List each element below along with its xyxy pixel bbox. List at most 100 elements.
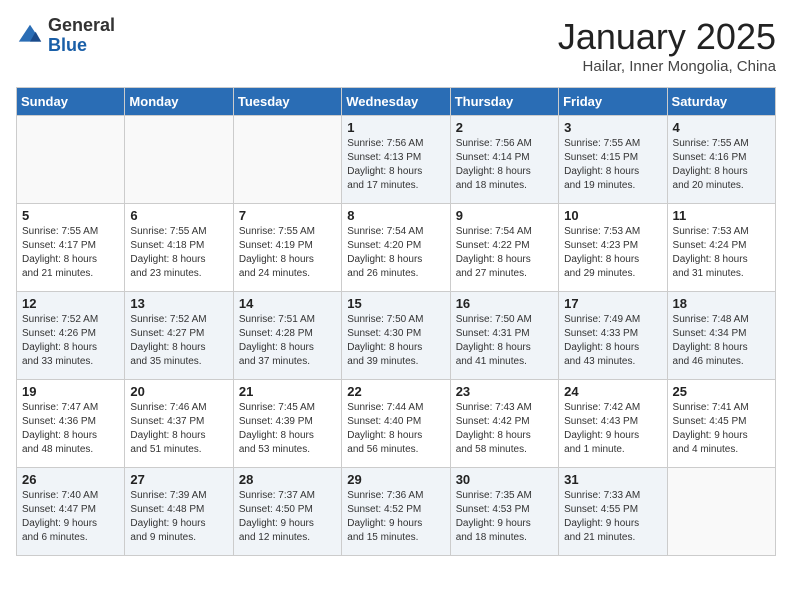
day-number: 27: [130, 472, 227, 487]
day-number: 13: [130, 296, 227, 311]
day-detail: Sunrise: 7:33 AM Sunset: 4:55 PM Dayligh…: [564, 489, 661, 545]
weekday-header-monday: Monday: [125, 88, 233, 116]
day-cell: 3 Sunrise: 7:55 AM Sunset: 4:15 PM Daylig…: [559, 116, 667, 204]
day-cell: 17 Sunrise: 7:49 AM Sunset: 4:33 PM Dayli…: [559, 292, 667, 380]
day-number: 16: [456, 296, 553, 311]
day-detail: Sunrise: 7:52 AM Sunset: 4:27 PM Dayligh…: [130, 313, 227, 369]
day-detail: Sunrise: 7:49 AM Sunset: 4:33 PM Dayligh…: [564, 313, 661, 369]
day-cell: 5Sunrise: 7:55 AM Sunset: 4:17 PM Daylig…: [17, 204, 125, 292]
day-detail: Sunrise: 7:51 AM Sunset: 4:28 PM Dayligh…: [239, 313, 336, 369]
day-cell: 1Sunrise: 7:56 AM Sunset: 4:13 PM Daylig…: [342, 116, 450, 204]
day-cell: 18 Sunrise: 7:48 AM Sunset: 4:34 PM Dayli…: [667, 292, 775, 380]
day-number: 26: [22, 472, 119, 487]
day-detail: Sunrise: 7:42 AM Sunset: 4:43 PM Dayligh…: [564, 401, 661, 457]
day-number: 3: [564, 120, 661, 135]
day-cell: [125, 116, 233, 204]
day-number: 22: [347, 384, 444, 399]
weekday-header-row: SundayMondayTuesdayWednesdayThursdayFrid…: [17, 88, 776, 116]
day-number: 4: [673, 120, 770, 135]
day-number: 30: [456, 472, 553, 487]
day-cell: [667, 468, 775, 556]
day-cell: 31 Sunrise: 7:33 AM Sunset: 4:55 PM Dayli…: [559, 468, 667, 556]
day-cell: 7Sunrise: 7:55 AM Sunset: 4:19 PM Daylig…: [233, 204, 341, 292]
day-cell: 4Sunrise: 7:55 AM Sunset: 4:16 PM Daylig…: [667, 116, 775, 204]
day-detail: Sunrise: 7:48 AM Sunset: 4:34 PM Dayligh…: [673, 313, 770, 369]
week-row-5: 26 Sunrise: 7:40 AM Sunset: 4:47 PM Dayli…: [17, 468, 776, 556]
weekday-header-friday: Friday: [559, 88, 667, 116]
day-number: 17: [564, 296, 661, 311]
month-title: January 2025: [558, 16, 776, 58]
day-cell: 13 Sunrise: 7:52 AM Sunset: 4:27 PM Dayli…: [125, 292, 233, 380]
day-cell: 27Sunrise: 7:39 AM Sunset: 4:48 PM Dayli…: [125, 468, 233, 556]
weekday-header-sunday: Sunday: [17, 88, 125, 116]
day-number: 2: [456, 120, 553, 135]
week-row-2: 5Sunrise: 7:55 AM Sunset: 4:17 PM Daylig…: [17, 204, 776, 292]
day-cell: 10 Sunrise: 7:53 AM Sunset: 4:23 PM Dayli…: [559, 204, 667, 292]
day-cell: 15 Sunrise: 7:50 AM Sunset: 4:30 PM Dayli…: [342, 292, 450, 380]
day-number: 18: [673, 296, 770, 311]
day-cell: [17, 116, 125, 204]
day-detail: Sunrise: 7:35 AM Sunset: 4:53 PM Dayligh…: [456, 489, 553, 545]
day-detail: Sunrise: 7:54 AM Sunset: 4:20 PM Dayligh…: [347, 225, 444, 281]
day-detail: Sunrise: 7:46 AM Sunset: 4:37 PM Dayligh…: [130, 401, 227, 457]
day-number: 1: [347, 120, 444, 135]
day-cell: 21 Sunrise: 7:45 AM Sunset: 4:39 PM Dayli…: [233, 380, 341, 468]
day-detail: Sunrise: 7:50 AM Sunset: 4:30 PM Dayligh…: [347, 313, 444, 369]
day-detail: Sunrise: 7:55 AM Sunset: 4:18 PM Dayligh…: [130, 225, 227, 281]
day-cell: 16Sunrise: 7:50 AM Sunset: 4:31 PM Dayli…: [450, 292, 558, 380]
page-header: General Blue January 2025 Hailar, Inner …: [16, 16, 776, 75]
day-detail: Sunrise: 7:41 AM Sunset: 4:45 PM Dayligh…: [673, 401, 770, 457]
day-detail: Sunrise: 7:43 AM Sunset: 4:42 PM Dayligh…: [456, 401, 553, 457]
logo: General Blue: [16, 16, 115, 56]
day-number: 11: [673, 208, 770, 223]
day-number: 12: [22, 296, 119, 311]
day-cell: 23 Sunrise: 7:43 AM Sunset: 4:42 PM Dayli…: [450, 380, 558, 468]
weekday-header-thursday: Thursday: [450, 88, 558, 116]
day-cell: 24 Sunrise: 7:42 AM Sunset: 4:43 PM Dayli…: [559, 380, 667, 468]
day-number: 6: [130, 208, 227, 223]
location: Hailar, Inner Mongolia, China: [558, 58, 776, 75]
day-number: 25: [673, 384, 770, 399]
day-number: 23: [456, 384, 553, 399]
logo-icon: [16, 22, 44, 50]
day-detail: Sunrise: 7:36 AM Sunset: 4:52 PM Dayligh…: [347, 489, 444, 545]
week-row-3: 12 Sunrise: 7:52 AM Sunset: 4:26 PM Dayli…: [17, 292, 776, 380]
logo-text: General Blue: [48, 16, 115, 56]
day-number: 8: [347, 208, 444, 223]
week-row-1: 1Sunrise: 7:56 AM Sunset: 4:13 PM Daylig…: [17, 116, 776, 204]
weekday-header-wednesday: Wednesday: [342, 88, 450, 116]
day-cell: 22 Sunrise: 7:44 AM Sunset: 4:40 PM Dayli…: [342, 380, 450, 468]
title-block: January 2025 Hailar, Inner Mongolia, Chi…: [558, 16, 776, 75]
day-detail: Sunrise: 7:53 AM Sunset: 4:23 PM Dayligh…: [564, 225, 661, 281]
day-number: 24: [564, 384, 661, 399]
week-row-4: 19Sunrise: 7:47 AM Sunset: 4:36 PM Dayli…: [17, 380, 776, 468]
day-number: 21: [239, 384, 336, 399]
day-number: 15: [347, 296, 444, 311]
day-number: 5: [22, 208, 119, 223]
day-detail: Sunrise: 7:55 AM Sunset: 4:19 PM Dayligh…: [239, 225, 336, 281]
day-detail: Sunrise: 7:56 AM Sunset: 4:14 PM Dayligh…: [456, 137, 553, 193]
day-cell: 29Sunrise: 7:36 AM Sunset: 4:52 PM Dayli…: [342, 468, 450, 556]
weekday-header-saturday: Saturday: [667, 88, 775, 116]
day-cell: 28Sunrise: 7:37 AM Sunset: 4:50 PM Dayli…: [233, 468, 341, 556]
day-detail: Sunrise: 7:52 AM Sunset: 4:26 PM Dayligh…: [22, 313, 119, 369]
day-number: 20: [130, 384, 227, 399]
day-detail: Sunrise: 7:55 AM Sunset: 4:15 PM Dayligh…: [564, 137, 661, 193]
day-cell: 8 Sunrise: 7:54 AM Sunset: 4:20 PM Daylig…: [342, 204, 450, 292]
day-cell: 30 Sunrise: 7:35 AM Sunset: 4:53 PM Dayli…: [450, 468, 558, 556]
day-detail: Sunrise: 7:40 AM Sunset: 4:47 PM Dayligh…: [22, 489, 119, 545]
day-cell: 19Sunrise: 7:47 AM Sunset: 4:36 PM Dayli…: [17, 380, 125, 468]
day-detail: Sunrise: 7:44 AM Sunset: 4:40 PM Dayligh…: [347, 401, 444, 457]
day-detail: Sunrise: 7:53 AM Sunset: 4:24 PM Dayligh…: [673, 225, 770, 281]
logo-blue: Blue: [48, 36, 115, 56]
day-cell: 20 Sunrise: 7:46 AM Sunset: 4:37 PM Dayli…: [125, 380, 233, 468]
calendar: SundayMondayTuesdayWednesdayThursdayFrid…: [16, 87, 776, 556]
weekday-header-tuesday: Tuesday: [233, 88, 341, 116]
day-number: 10: [564, 208, 661, 223]
day-detail: Sunrise: 7:37 AM Sunset: 4:50 PM Dayligh…: [239, 489, 336, 545]
day-number: 31: [564, 472, 661, 487]
day-detail: Sunrise: 7:45 AM Sunset: 4:39 PM Dayligh…: [239, 401, 336, 457]
day-detail: Sunrise: 7:47 AM Sunset: 4:36 PM Dayligh…: [22, 401, 119, 457]
day-cell: 12 Sunrise: 7:52 AM Sunset: 4:26 PM Dayli…: [17, 292, 125, 380]
day-cell: 25 Sunrise: 7:41 AM Sunset: 4:45 PM Dayli…: [667, 380, 775, 468]
